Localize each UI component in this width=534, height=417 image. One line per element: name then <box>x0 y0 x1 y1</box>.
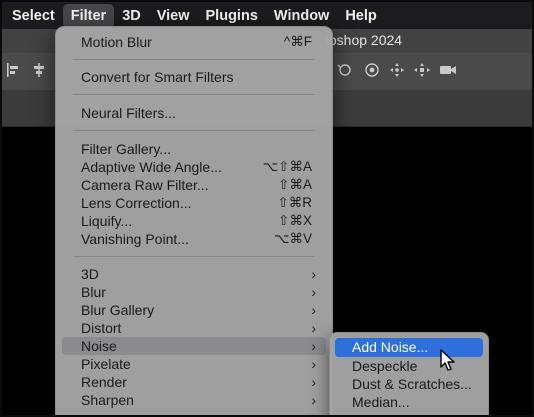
menu-item-blur[interactable]: Blur › <box>62 283 326 301</box>
menu-item-label: Motion Blur <box>81 34 152 50</box>
menu-separator <box>73 59 315 60</box>
menu-item-neural-filters[interactable]: Neural Filters... <box>62 104 326 122</box>
shortcut-label: ^⌘F <box>283 34 312 49</box>
chevron-right-icon: › <box>311 338 316 354</box>
menu-item-label: Sharpen <box>81 392 134 408</box>
menu-item-noise[interactable]: Noise › <box>62 337 326 355</box>
chevron-right-icon: › <box>311 302 316 318</box>
menu-filter[interactable]: Filter <box>62 3 115 28</box>
menu-item-3d[interactable]: 3D › <box>62 265 326 283</box>
mouse-pointer-icon <box>438 348 456 372</box>
menu-item-label: Neural Filters... <box>81 105 176 121</box>
shortcut-label: ⌥⌘V <box>273 231 312 246</box>
menu-view[interactable]: View <box>149 4 198 28</box>
3d-camera-icon[interactable] <box>439 62 457 82</box>
chevron-right-icon: › <box>311 374 316 390</box>
menu-separator <box>73 256 315 257</box>
menu-item-label: Render <box>81 374 127 390</box>
menu-item-label: Filter Gallery... <box>81 141 171 157</box>
filter-menu: Motion Blur ^⌘F Convert for Smart Filter… <box>55 26 333 415</box>
menu-separator <box>73 130 315 131</box>
3d-rotate-icon[interactable] <box>337 62 353 82</box>
menu-item-filter-gallery[interactable]: Filter Gallery... <box>62 140 326 158</box>
chevron-right-icon: › <box>311 392 316 408</box>
menu-item-lens-correction[interactable]: Lens Correction... ⇧⌘R <box>62 194 326 212</box>
chevron-right-icon: › <box>311 320 316 336</box>
chevron-right-icon: › <box>311 266 316 282</box>
menu-item-label: 3D <box>81 266 99 282</box>
menu-item-blur-gallery[interactable]: Blur Gallery › <box>62 301 326 319</box>
menu-item-render[interactable]: Render › <box>62 373 326 391</box>
menu-item-label: Noise <box>81 338 117 354</box>
menu-item-label: Convert for Smart Filters <box>81 69 234 85</box>
menu-item-label: Liquify... <box>81 213 133 229</box>
menu-select[interactable]: Select <box>4 4 63 28</box>
menu-item-motion-blur[interactable]: Motion Blur ^⌘F <box>62 33 326 51</box>
menu-item-label: Distort <box>81 320 122 336</box>
menu-item-label: Blur Gallery <box>81 302 155 318</box>
menu-window[interactable]: Window <box>266 4 337 28</box>
noise-submenu: Add Noise... Despeckle Dust & Scratches.… <box>329 332 489 415</box>
menu-item-label: Vanishing Point... <box>81 231 189 247</box>
3d-roll-icon[interactable] <box>364 62 380 82</box>
menu-help[interactable]: Help <box>337 4 384 28</box>
menu-item-distort[interactable]: Distort › <box>62 319 326 337</box>
chevron-right-icon: › <box>311 356 316 372</box>
menu-item-vanishing-point[interactable]: Vanishing Point... ⌥⌘V <box>62 230 326 248</box>
submenu-item-dust-scratches[interactable]: Dust & Scratches... <box>335 375 483 394</box>
3d-slide-icon[interactable] <box>413 62 431 82</box>
menu-plugins[interactable]: Plugins <box>198 4 266 28</box>
menu-item-label: Blur <box>81 284 106 300</box>
menu-item-camera-raw-filter[interactable]: Camera Raw Filter... ⇧⌘A <box>62 176 326 194</box>
app-window: Select Filter 3D View Plugins Window Hel… <box>0 0 534 417</box>
menu-item-adaptive-wide-angle[interactable]: Adaptive Wide Angle... ⌥⇧⌘A <box>62 158 326 176</box>
menu-3d[interactable]: 3D <box>114 4 149 28</box>
shortcut-label: ⇧⌘R <box>277 195 312 210</box>
submenu-item-add-noise[interactable]: Add Noise... <box>335 338 483 357</box>
menu-item-label: Adaptive Wide Angle... <box>81 159 222 175</box>
menu-separator <box>73 94 315 95</box>
window-title: toshop 2024 <box>325 32 403 48</box>
menu-item-convert-smart-filters[interactable]: Convert for Smart Filters <box>62 68 326 86</box>
menu-item-label: Lens Correction... <box>81 195 192 211</box>
menu-item-label: Pixelate <box>81 356 131 372</box>
menu-item-liquify[interactable]: Liquify... ⇧⌘X <box>62 212 326 230</box>
shortcut-label: ⇧⌘X <box>278 213 312 228</box>
align-center-icon[interactable] <box>32 62 46 82</box>
menu-item-sharpen[interactable]: Sharpen › <box>62 391 326 409</box>
align-left-icon[interactable] <box>6 62 20 82</box>
submenu-item-median[interactable]: Median... <box>335 393 483 412</box>
3d-pan-icon[interactable] <box>389 62 405 82</box>
shortcut-label: ⇧⌘A <box>278 177 312 192</box>
menu-bar: Select Filter 3D View Plugins Window Hel… <box>2 2 532 29</box>
submenu-item-despeckle[interactable]: Despeckle <box>335 357 483 376</box>
shortcut-label: ⌥⇧⌘A <box>262 159 312 174</box>
chevron-right-icon: › <box>311 284 316 300</box>
menu-item-pixelate[interactable]: Pixelate › <box>62 355 326 373</box>
menu-item-label: Camera Raw Filter... <box>81 177 209 193</box>
